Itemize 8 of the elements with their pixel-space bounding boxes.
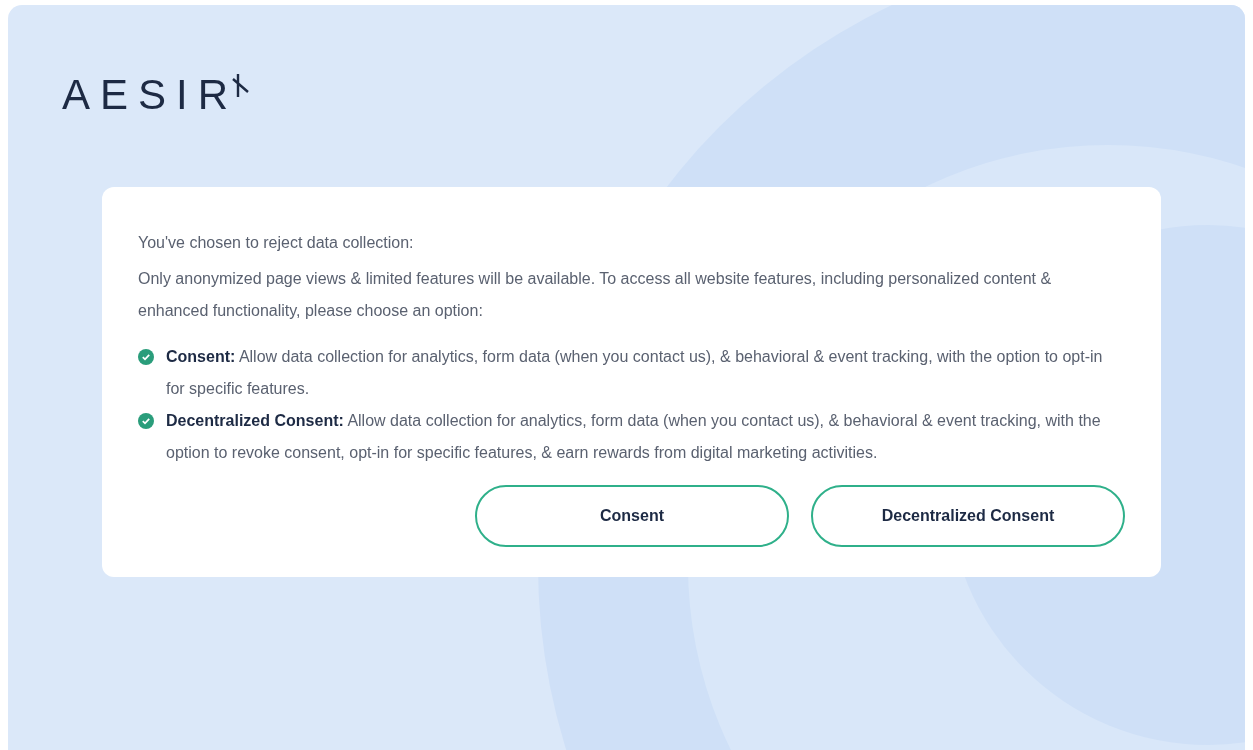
consent-button[interactable]: Consent bbox=[475, 485, 789, 547]
consent-button[interactable]: Decentralized Consent bbox=[811, 485, 1125, 547]
logo-text: AESIR bbox=[62, 71, 239, 119]
option-text: Consent: Allow data collection for analytics, form data (when you contact us), & behavioral & event tracking, with the option to opt-in for specific features. bbox=[166, 347, 1104, 399]
logo-mark-icon bbox=[232, 73, 251, 99]
notice-body: Only anonymized page views & limited features will be available. To access all website features, including personalized content & enhanced functionality, please choose an option: bbox=[138, 269, 1053, 321]
notice-heading: You've chosen to reject data collection: bbox=[138, 233, 415, 253]
option-text: Decentralized Consent: Allow data collection for analytics, form data (when you contact us), & behavioral & event tracking, with the option to revoke consent, opt-in for specific features, & earn rewards from digital marketing activities. bbox=[166, 411, 1102, 463]
